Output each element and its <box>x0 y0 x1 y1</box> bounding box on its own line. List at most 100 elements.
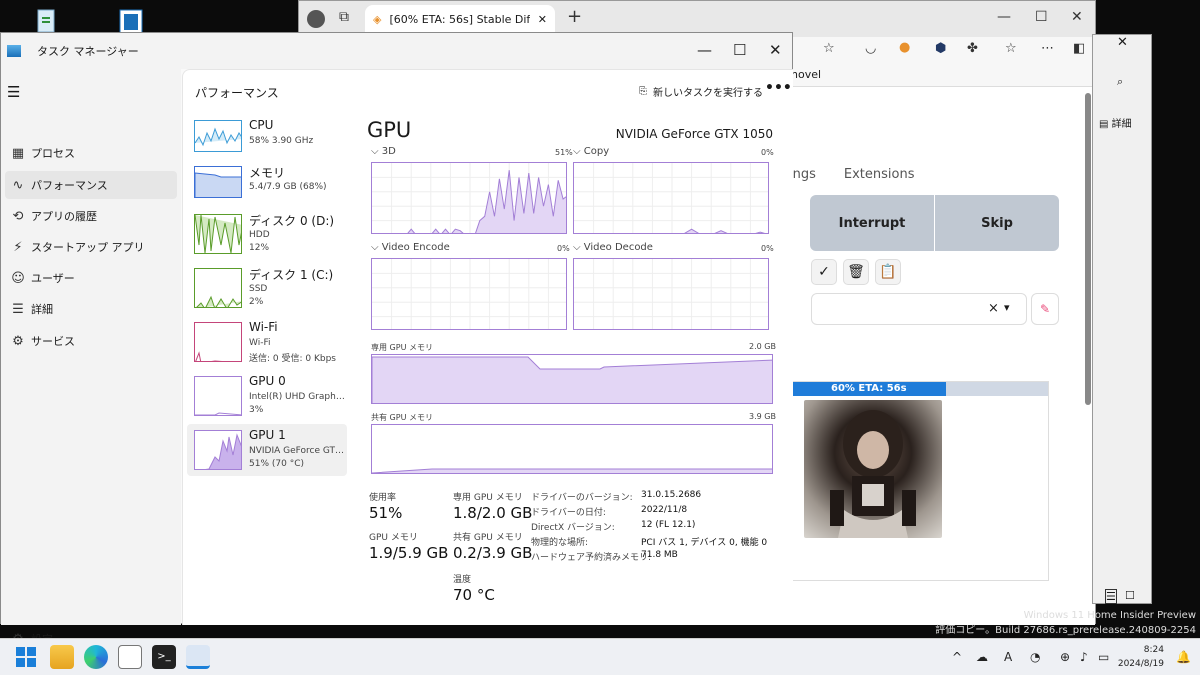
list-view-icon[interactable]: ☰ <box>1105 589 1117 604</box>
users-icon: ☺ <box>11 270 25 286</box>
profile-avatar[interactable] <box>307 10 325 28</box>
minimize-icon[interactable]: — <box>697 41 712 59</box>
close-icon[interactable]: ✕ <box>1071 9 1083 25</box>
resource-wifi[interactable]: Wi-Fi Wi-Fi 送信: 0 受信: 0 Kbps <box>187 316 347 368</box>
graph-label-text: 3D <box>381 146 396 157</box>
chevron-down-icon[interactable]: ▾ <box>1004 301 1010 314</box>
resource-sub: 3% <box>249 405 264 415</box>
generated-image[interactable] <box>804 400 942 538</box>
search-icon[interactable]: ⌕ <box>1117 75 1123 89</box>
detail-label: 詳細 <box>1111 119 1132 130</box>
extensions-icon[interactable]: ✤ <box>967 41 978 56</box>
cloud-icon[interactable]: ☁ <box>976 650 988 664</box>
resource-gpu-1[interactable]: GPU 1 NVIDIA GeForce GTX... 51% (70 °C) <box>187 424 347 476</box>
more-options-button[interactable]: ••• <box>765 80 792 96</box>
graph-encode-label[interactable]: ⌵ Video Encode <box>371 242 450 253</box>
resource-memory[interactable]: メモリ 5.4/7.9 GB (68%) <box>187 160 347 212</box>
clear-icon[interactable]: × <box>988 301 999 316</box>
style-dropdown[interactable]: × ▾ <box>811 293 1027 325</box>
progress-bar: 60% ETA: 56s <box>792 382 1048 396</box>
close-icon[interactable]: ✕ <box>769 41 782 59</box>
start-icon[interactable] <box>14 645 38 669</box>
tab-settings[interactable]: ings <box>789 167 816 182</box>
nav-label: スタートアップ アプリ <box>31 241 145 254</box>
skip-button[interactable]: Skip <box>935 195 1059 251</box>
minimize-icon[interactable]: — <box>997 9 1011 25</box>
resource-cpu[interactable]: CPU 58% 3.90 GHz <box>187 114 347 166</box>
favorite-star-icon[interactable]: ☆ <box>823 41 835 56</box>
graph-copy-value: 0% <box>761 148 774 157</box>
document-icon[interactable] <box>116 4 152 35</box>
nav-processes[interactable]: ▦ プロセス <box>5 139 177 167</box>
new-tab-icon[interactable]: + <box>567 6 582 27</box>
notepad-icon[interactable] <box>118 645 142 669</box>
info-label: ドライバーのバージョン: <box>531 493 633 503</box>
info-label: 物理的な場所: <box>531 538 589 548</box>
run-new-task-button[interactable]: ⎘ 新しいタスクを実行する <box>639 84 763 99</box>
clock-app-icon[interactable]: ◔ <box>1030 650 1040 664</box>
pencil-icon[interactable]: ✎ <box>1031 293 1059 325</box>
extension-s-icon[interactable]: ● <box>899 40 910 55</box>
speaker-icon[interactable]: ♪ <box>1080 650 1088 664</box>
pocket-icon[interactable]: ◡ <box>865 41 876 56</box>
edge-icon[interactable] <box>84 645 108 669</box>
resource-name: Wi-Fi <box>249 320 278 334</box>
nav-app-history[interactable]: ⟲ アプリの履歴 <box>5 202 177 230</box>
resource-name: メモリ <box>249 166 286 180</box>
graph-label-text: Video Decode <box>583 242 653 253</box>
browser-tab[interactable]: ◈ [60% ETA: 56s] Stable Diffusion ✕ <box>365 5 555 33</box>
shared-mem-max: 3.9 GB <box>749 412 776 421</box>
resource-gpu-0[interactable]: GPU 0 Intel(R) UHD Graphic... 3% <box>187 370 347 422</box>
interrupt-button[interactable]: Interrupt <box>810 195 934 251</box>
nav-performance[interactable]: ∿ パフォーマンス <box>5 171 177 199</box>
file-explorer-icon[interactable] <box>50 645 74 669</box>
resource-sub: 送信: 0 受信: 0 Kbps <box>249 354 336 364</box>
chevron-up-icon[interactable]: ^ <box>952 650 962 664</box>
tm-window-title: タスク マネージャー <box>37 45 139 58</box>
nav-startup-apps[interactable]: ⚡ スタートアップ アプリ <box>5 233 177 261</box>
tm-main-panel: パフォーマンス ⎘ 新しいタスクを実行する ••• CPU 58% 3.90 G… <box>182 69 793 625</box>
clock[interactable]: 8:24 2024/8/19 <box>1118 643 1164 671</box>
extension-hex-icon[interactable]: ⬢ <box>935 41 946 56</box>
network-icon[interactable]: ⊕ <box>1060 650 1070 664</box>
run-task-label: 新しいタスクを実行する <box>653 88 763 99</box>
trash-icon[interactable]: 🗑 <box>843 259 869 285</box>
scrollbar[interactable] <box>1085 93 1091 405</box>
page-title: パフォーマンス <box>195 86 279 100</box>
sidebar-toggle-icon[interactable]: ◧ <box>1073 41 1085 56</box>
nav-users[interactable]: ☺ ユーザー <box>5 264 177 292</box>
nav-label: パフォーマンス <box>31 179 108 192</box>
graph-3d-label[interactable]: ⌵ 3D <box>371 146 396 157</box>
tab-extensions[interactable]: Extensions <box>844 167 915 182</box>
resource-disk-1[interactable]: ディスク 1 (C:) SSD 2% <box>187 262 347 314</box>
battery-icon[interactable]: ▭ <box>1098 650 1109 664</box>
maximize-icon[interactable]: ☐ <box>1035 9 1048 25</box>
terminal-icon[interactable]: >_ <box>152 645 176 669</box>
dedicated-mem-max: 2.0 GB <box>749 342 776 351</box>
graph-copy-label[interactable]: ⌵ Copy <box>573 146 609 157</box>
cpu-thumbnail <box>194 120 242 152</box>
detail-button[interactable]: ▤ 詳細 <box>1099 115 1132 130</box>
graph-decode-label[interactable]: ⌵ Video Decode <box>573 242 653 253</box>
notification-icon[interactable]: 🔔 <box>1176 650 1191 664</box>
grid-view-icon[interactable]: ☐ <box>1125 589 1135 602</box>
memory-thumbnail <box>194 166 242 198</box>
nav-details[interactable]: ☰ 詳細 <box>5 295 177 323</box>
close-icon[interactable]: ✕ <box>1117 35 1128 50</box>
ime-icon[interactable]: A <box>1004 650 1012 664</box>
nav-services[interactable]: ⚙ サービス <box>5 327 177 355</box>
bookmark-item[interactable]: novel <box>791 68 821 81</box>
tab-close-icon[interactable]: ✕ <box>538 13 547 26</box>
clipboard-icon[interactable]: 📋 <box>875 259 901 285</box>
hamburger-icon[interactable]: ☰ <box>7 83 20 101</box>
menu-dots-icon[interactable]: ⋯ <box>1041 41 1054 56</box>
recycle-bin-icon[interactable] <box>30 4 66 34</box>
favorites-list-icon[interactable]: ☆ <box>1005 41 1017 56</box>
processes-icon: ▦ <box>11 145 25 161</box>
maximize-icon[interactable]: ☐ <box>733 41 746 59</box>
tab-actions-icon[interactable]: ⧉ <box>339 9 349 25</box>
check-icon[interactable]: ✓ <box>811 259 837 285</box>
resource-sub: 51% (70 °C) <box>249 459 304 469</box>
task-manager-taskbar-icon[interactable] <box>186 645 210 669</box>
resource-disk-0[interactable]: ディスク 0 (D:) HDD 12% <box>187 208 347 260</box>
